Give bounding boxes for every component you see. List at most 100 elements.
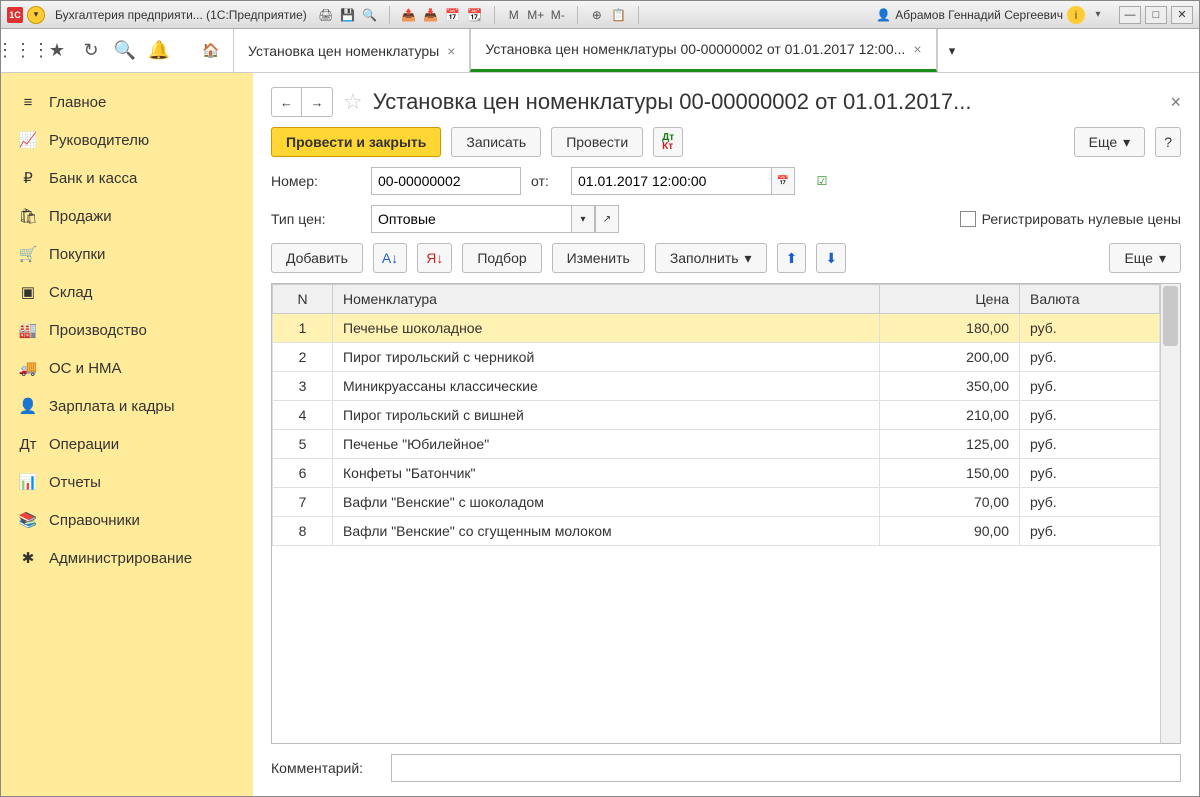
table-row[interactable]: 7Вафли "Венские" с шоколадом70,00руб.: [273, 488, 1160, 517]
tabs-dropdown[interactable]: ▾: [937, 29, 967, 72]
cell-name: Миникруассаны классические: [333, 372, 880, 401]
tab-price-setting-doc[interactable]: Установка цен номенклатуры 00-00000002 о…: [470, 29, 936, 72]
sidebar-item[interactable]: 📈Руководителю: [1, 121, 253, 159]
sort-desc-button[interactable]: Я↓: [417, 243, 452, 273]
calc-mplus[interactable]: M+: [527, 6, 545, 24]
calendar-icon[interactable]: 📅: [444, 6, 462, 24]
sidebar-item-icon: 🛍: [19, 207, 37, 225]
nav-forward-button[interactable]: →: [302, 88, 332, 116]
window-minimize[interactable]: —: [1119, 6, 1141, 24]
table-row[interactable]: 3Миникруассаны классические350,00руб.: [273, 372, 1160, 401]
pricetype-input[interactable]: [371, 205, 571, 233]
table-more-button[interactable]: Еще ▾: [1109, 243, 1181, 273]
sidebar-item[interactable]: ДтОперации: [1, 425, 253, 463]
sidebar-item[interactable]: 🛍Продажи: [1, 197, 253, 235]
more-button[interactable]: Еще ▾: [1074, 127, 1146, 157]
sidebar-item[interactable]: 🏭Производство: [1, 311, 253, 349]
sort-asc-button[interactable]: А↓: [373, 243, 407, 273]
post-and-close-button[interactable]: Провести и закрыть: [271, 127, 441, 157]
sidebar-item-icon: ▣: [19, 283, 37, 301]
number-input[interactable]: [371, 167, 521, 195]
sidebar-item[interactable]: 🛒Покупки: [1, 235, 253, 273]
fill-button[interactable]: Заполнить ▾: [655, 243, 767, 273]
date-picker-icon[interactable]: 📅: [771, 167, 795, 195]
history-icon[interactable]: ↻: [77, 37, 105, 65]
search-icon[interactable]: 🔍: [111, 37, 139, 65]
nav-back-button[interactable]: ←: [272, 88, 302, 116]
move-down-button[interactable]: ⬇: [816, 243, 846, 273]
sidebar-item-icon: 📈: [19, 131, 37, 149]
clipboard-icon[interactable]: 📋: [610, 6, 628, 24]
separator: [577, 6, 578, 24]
notifications-icon[interactable]: 🔔: [145, 37, 173, 65]
print-icon[interactable]: 🖨: [317, 6, 335, 24]
change-button[interactable]: Изменить: [552, 243, 645, 273]
cell-price: 180,00: [880, 314, 1020, 343]
tab-close-icon[interactable]: ×: [913, 41, 921, 57]
sidebar-item-label: Операции: [49, 436, 119, 453]
checkbox-label: Регистрировать нулевые цены: [982, 211, 1181, 227]
sidebar-item[interactable]: ▣Склад: [1, 273, 253, 311]
table-row[interactable]: 8Вафли "Венские" со сгущенным молоком90,…: [273, 517, 1160, 546]
table-row[interactable]: 5Печенье "Юбилейное"125,00руб.: [273, 430, 1160, 459]
register-zero-checkbox[interactable]: Регистрировать нулевые цены: [960, 211, 1181, 227]
col-price[interactable]: Цена: [880, 285, 1020, 314]
tab-home[interactable]: 🏠: [189, 29, 233, 72]
current-user[interactable]: 👤 Абрамов Геннадий Сергеевич: [876, 8, 1063, 22]
favorite-star-icon[interactable]: ☆: [343, 89, 363, 115]
preview-icon[interactable]: 🔍: [361, 6, 379, 24]
date-input[interactable]: [571, 167, 771, 195]
scrollbar-thumb[interactable]: [1163, 286, 1178, 346]
col-name[interactable]: Номенклатура: [333, 285, 880, 314]
sidebar-item[interactable]: 📊Отчеты: [1, 463, 253, 501]
pick-button[interactable]: Подбор: [462, 243, 541, 273]
help-button[interactable]: ?: [1155, 127, 1181, 157]
sidebar-item[interactable]: 👤Зарплата и кадры: [1, 387, 253, 425]
col-currency[interactable]: Валюта: [1020, 285, 1160, 314]
cell-n: 3: [273, 372, 333, 401]
favorites-icon[interactable]: ★: [43, 37, 71, 65]
post-button[interactable]: Провести: [551, 127, 643, 157]
cell-price: 90,00: [880, 517, 1020, 546]
sidebar-item[interactable]: ≡Главное: [1, 83, 253, 121]
move-up-button[interactable]: ⬆: [777, 243, 807, 273]
add-row-button[interactable]: Добавить: [271, 243, 363, 273]
cell-currency: руб.: [1020, 488, 1160, 517]
dropdown-icon[interactable]: ▾: [571, 205, 595, 233]
calc-mminus[interactable]: M-: [549, 6, 567, 24]
open-ref-icon[interactable]: ↗: [595, 205, 619, 233]
table-row[interactable]: 4Пирог тирольский с вишней210,00руб.: [273, 401, 1160, 430]
info-dropdown[interactable]: ▾: [1089, 6, 1107, 24]
apps-grid-icon[interactable]: ⋮⋮⋮: [9, 37, 37, 65]
table-row[interactable]: 1Печенье шоколадное180,00руб.: [273, 314, 1160, 343]
save-icon[interactable]: 💾: [339, 6, 357, 24]
window-close[interactable]: ✕: [1171, 6, 1193, 24]
col-n[interactable]: N: [273, 285, 333, 314]
tab-price-setting-list[interactable]: Установка цен номенклатуры ×: [233, 29, 470, 72]
tool-icon-1[interactable]: 📤: [400, 6, 418, 24]
window-maximize[interactable]: □: [1145, 6, 1167, 24]
save-button[interactable]: Записать: [451, 127, 541, 157]
sidebar-item[interactable]: ✱Администрирование: [1, 539, 253, 577]
app-menu-dropdown[interactable]: ▾: [27, 6, 45, 24]
status-ok-icon[interactable]: ☑: [813, 172, 831, 190]
tool-icon-2[interactable]: 📥: [422, 6, 440, 24]
checkbox-icon: [960, 211, 976, 227]
calc-m[interactable]: M: [505, 6, 523, 24]
cell-price: 125,00: [880, 430, 1020, 459]
sidebar-item[interactable]: 📚Справочники: [1, 501, 253, 539]
document-close-icon[interactable]: ×: [1170, 92, 1181, 113]
table-row[interactable]: 2Пирог тирольский с черникой200,00руб.: [273, 343, 1160, 372]
dtkt-button[interactable]: ДтКт: [653, 127, 683, 157]
date-icon[interactable]: 📆: [466, 6, 484, 24]
sidebar-item[interactable]: ₽Банк и касса: [1, 159, 253, 197]
comment-input[interactable]: [391, 754, 1181, 782]
table-row[interactable]: 6Конфеты "Батончик"150,00руб.: [273, 459, 1160, 488]
info-icon[interactable]: i: [1067, 6, 1085, 24]
zoom-icon[interactable]: ⊕: [588, 6, 606, 24]
user-name: Абрамов Геннадий Сергеевич: [895, 8, 1063, 22]
table-scrollbar[interactable]: [1160, 284, 1180, 743]
tab-close-icon[interactable]: ×: [447, 43, 455, 59]
sidebar-item[interactable]: 🚚ОС и НМА: [1, 349, 253, 387]
sidebar-item-icon: 📊: [19, 473, 37, 491]
